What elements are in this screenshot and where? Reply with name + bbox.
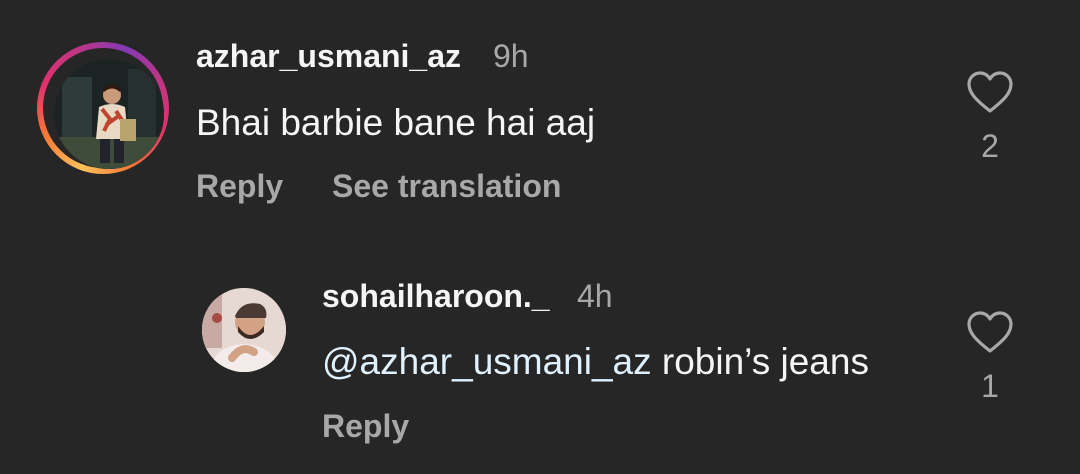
person-photo-icon bbox=[54, 59, 164, 169]
reply-time: 4h bbox=[577, 278, 613, 314]
like-control: 1 bbox=[960, 310, 1020, 405]
reply-username[interactable]: sohailharoon._ bbox=[322, 278, 550, 315]
mention-link[interactable]: @azhar_usmani_az bbox=[322, 341, 652, 382]
comments-screen: azhar_usmani_az 9h Bhai barbie bane hai … bbox=[0, 0, 1080, 474]
avatar[interactable] bbox=[202, 288, 286, 372]
reply-text-content: robin’s jeans bbox=[651, 341, 869, 382]
comment-text: Bhai barbie bane hai aaj bbox=[196, 102, 596, 143]
reply-button[interactable]: Reply bbox=[196, 168, 283, 205]
like-count: 2 bbox=[981, 128, 999, 164]
like-count: 1 bbox=[981, 368, 999, 404]
story-ring[interactable] bbox=[37, 42, 169, 174]
comment-username[interactable]: azhar_usmani_az bbox=[196, 38, 461, 75]
see-translation-button[interactable]: See translation bbox=[332, 168, 561, 205]
reply-button[interactable]: Reply bbox=[322, 408, 409, 445]
person-photo-icon bbox=[202, 288, 286, 372]
comment-time: 9h bbox=[493, 38, 529, 74]
heart-outline-icon[interactable] bbox=[966, 310, 1014, 354]
reply-text: @azhar_usmani_az robin’s jeans bbox=[322, 341, 869, 383]
avatar bbox=[54, 59, 164, 169]
like-control: 2 bbox=[960, 70, 1020, 165]
heart-outline-icon[interactable] bbox=[966, 70, 1014, 114]
